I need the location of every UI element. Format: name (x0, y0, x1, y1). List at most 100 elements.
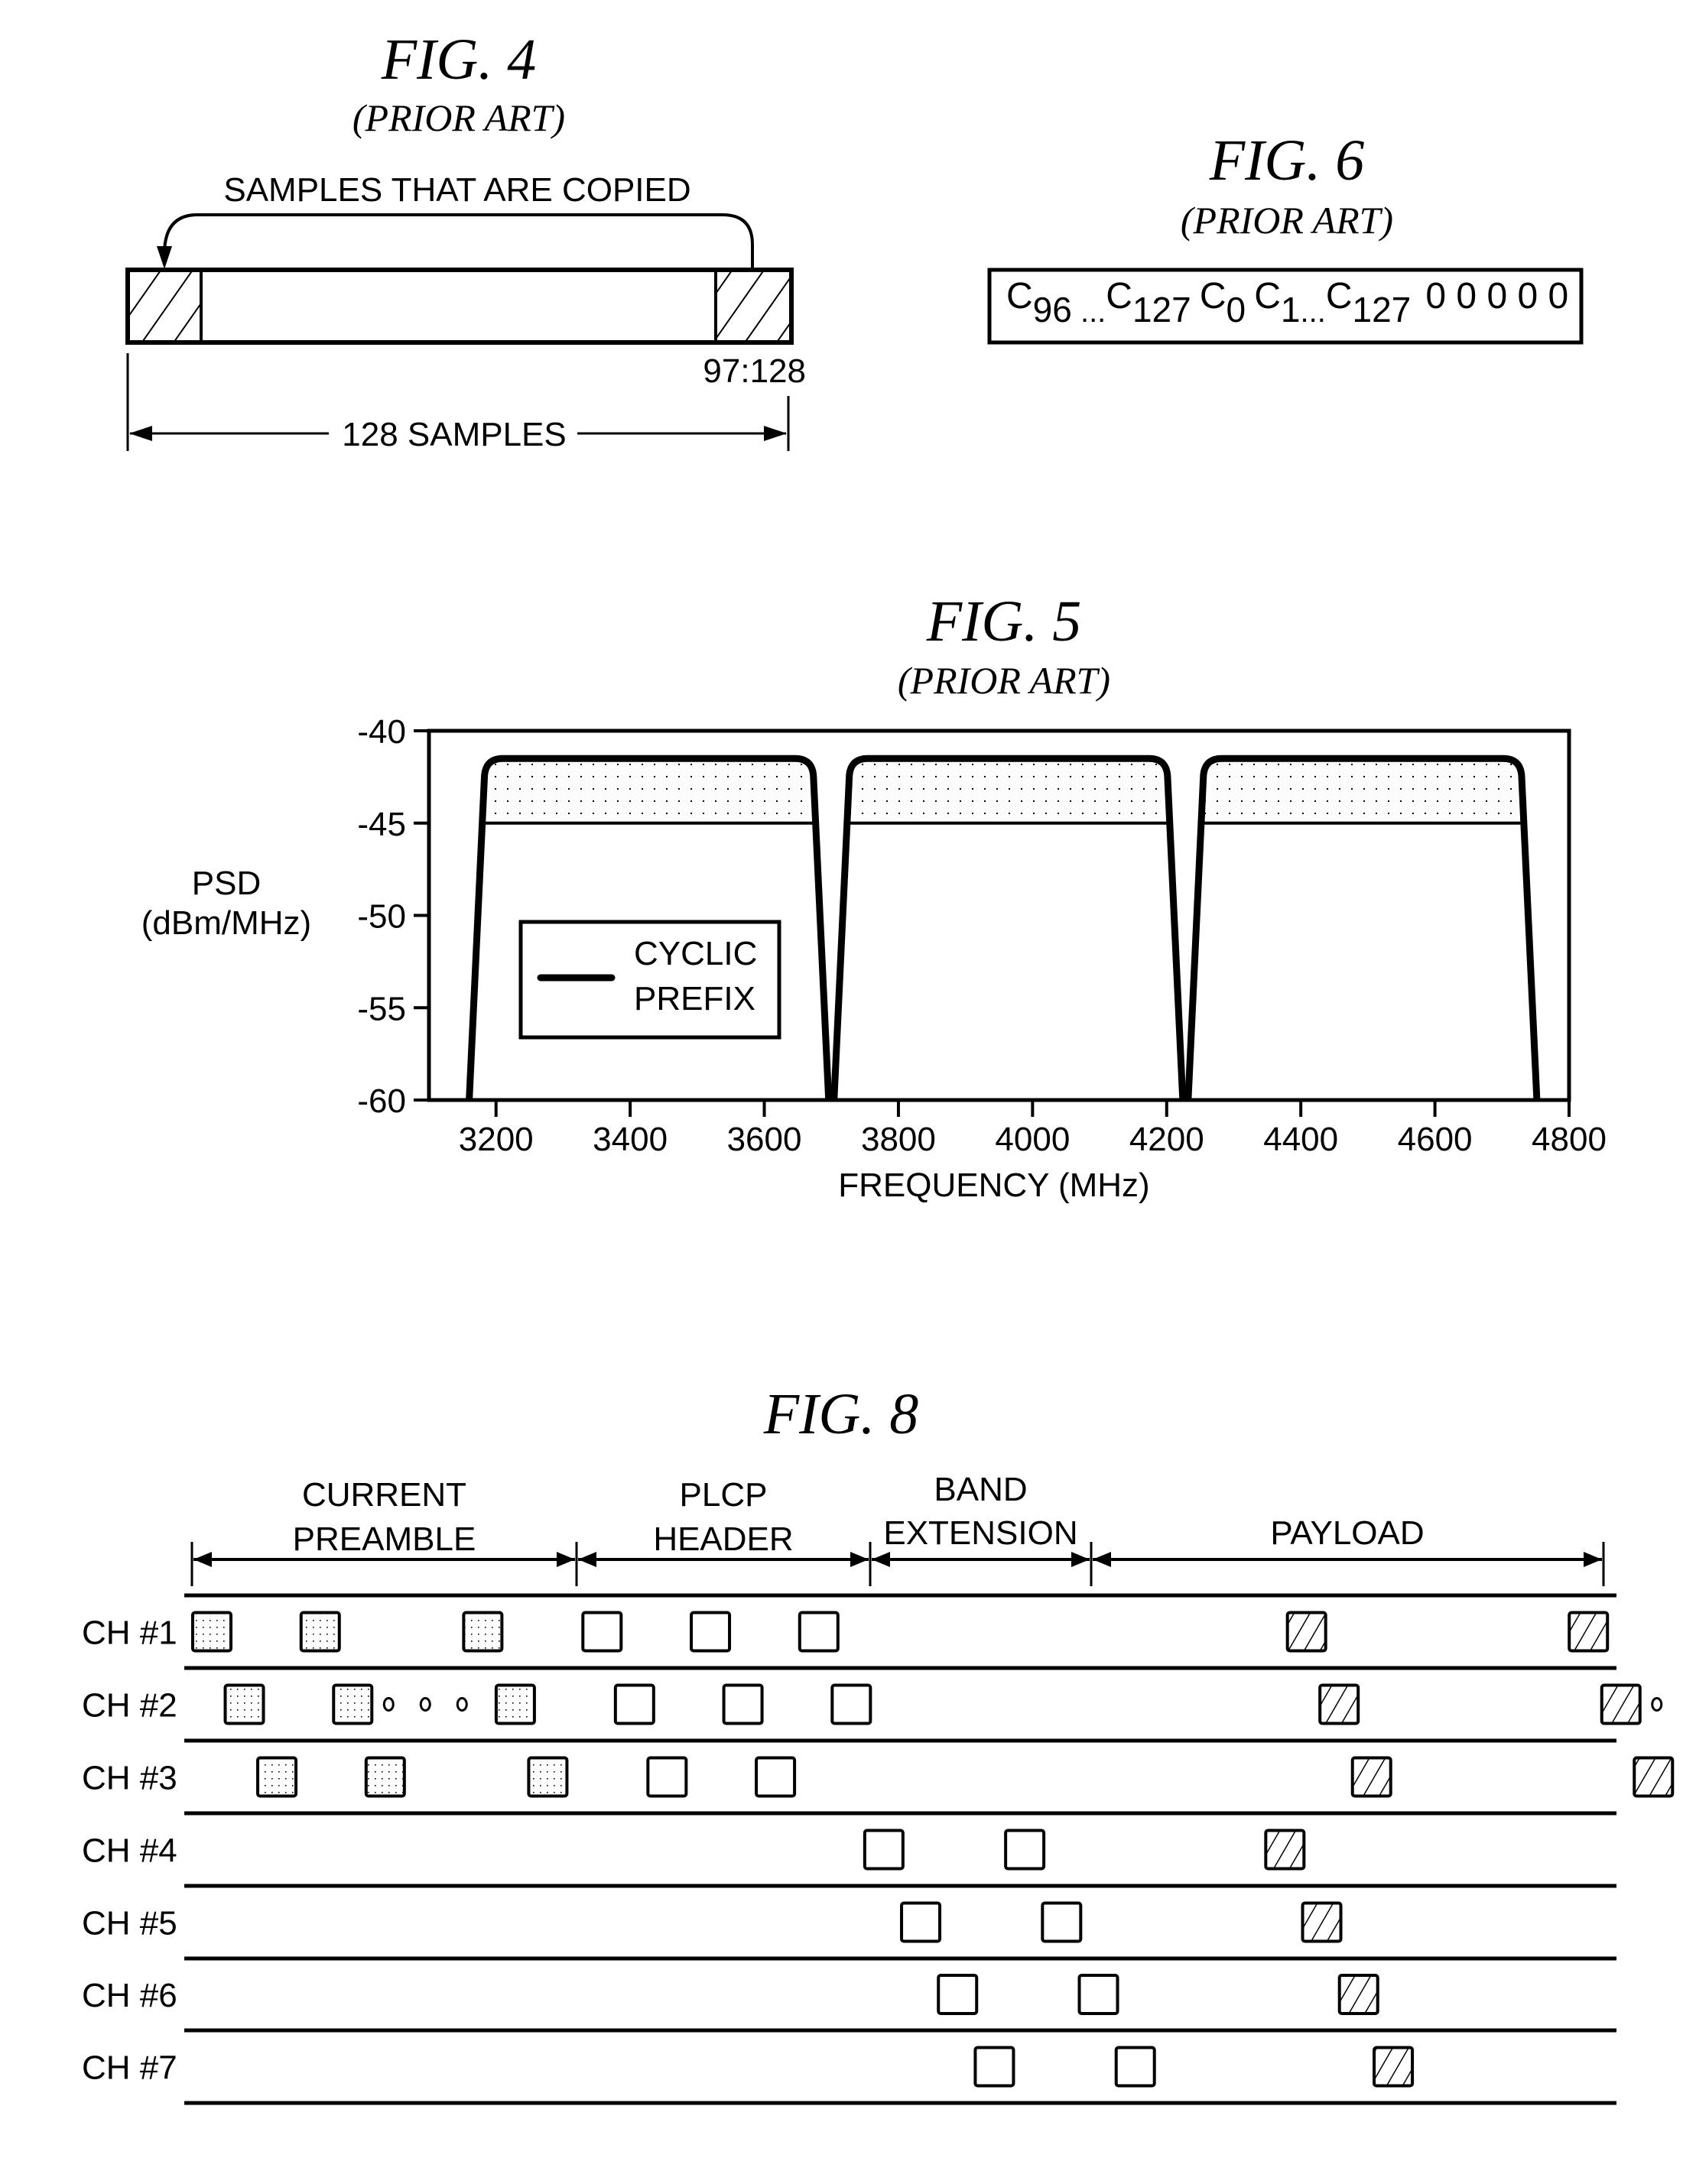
preamble-symbol (462, 1611, 504, 1653)
section-arrow-left-icon (578, 1552, 596, 1567)
y-tick-label: -55 (357, 990, 406, 1027)
ofdm-symbol-box (125, 268, 794, 345)
section-label-line2: HEADER (653, 1520, 793, 1558)
fig4: FIG. 4 (PRIOR ART) SAMPLES THAT ARE COPI… (125, 28, 806, 453)
header-symbol (1077, 1974, 1119, 2015)
x-tick-label: 3600 (727, 1121, 802, 1158)
patent-figure-sheet: FIG. 4 (PRIOR ART) SAMPLES THAT ARE COPI… (82, 28, 1675, 2105)
fig5: FIG. 5 (PRIOR ART) PSD (dBm/MHz) FREQUEN… (141, 589, 1607, 1204)
y-tick-label: -50 (357, 898, 406, 936)
fig4-range-label: 97:128 (703, 352, 806, 390)
x-tick-label: 4200 (1129, 1121, 1204, 1158)
copy-arrow-arc (163, 213, 754, 270)
channel-label: CH #7 (82, 2049, 177, 2087)
section-label-line1: PLCP (680, 1476, 768, 1514)
section-label-line2: PAYLOAD (1270, 1514, 1424, 1552)
header-symbol (830, 1683, 872, 1725)
ellipsis-dot-icon (1651, 1697, 1663, 1712)
x-tick-label: 3400 (593, 1121, 668, 1158)
x-tick-label: 4800 (1532, 1121, 1607, 1158)
channel-row-3: CH #3 (82, 1756, 1675, 1798)
ellipsis-dot-icon (382, 1697, 395, 1712)
seq-symbol-1: C (1106, 276, 1132, 316)
fig6-sequence: C96 ...C127 C0 C1...C127 0 0 0 0 0 (1006, 276, 1568, 329)
seq-subscript-1: 127 (1132, 290, 1191, 329)
channel-row-6: CH #6 (82, 1974, 1379, 2015)
fig6: FIG. 6 (PRIOR ART) C96 ...C127 C0 C1...C… (987, 128, 1584, 345)
x-tick-label: 4600 (1398, 1121, 1473, 1158)
payload-symbol (1600, 1683, 1642, 1725)
header-symbol (973, 2046, 1015, 2088)
cyclic-prefix-fill-band-1 (482, 758, 815, 823)
payload-symbol (1318, 1683, 1360, 1725)
seq-symbol-0: C (1006, 276, 1033, 316)
channel-label: CH #4 (82, 1832, 177, 1870)
header-symbol (798, 1611, 840, 1653)
x-tick-label: 3800 (861, 1121, 936, 1158)
psd-plot: -40 -45 -50 -55 -60 3200 3400 3600 3800 4000 4200 4… (357, 713, 1607, 1158)
header-symbol (581, 1611, 623, 1653)
seq-subscript-2: 0 (1227, 290, 1246, 329)
header-symbol (863, 1829, 905, 1871)
preamble-symbol (256, 1756, 298, 1798)
header-symbol (1041, 1901, 1083, 1943)
seq-symbol-4: C (1326, 276, 1353, 316)
x-tick-label: 4000 (995, 1121, 1070, 1158)
seq-symbol-3: C (1254, 276, 1281, 316)
preamble-symbol (299, 1611, 341, 1653)
seq-symbol-2: C (1200, 276, 1227, 316)
y-axis-label-line1: PSD (192, 865, 261, 902)
seq-zero-padding: 0 0 0 0 0 (1425, 276, 1568, 316)
seq-subscript-3: 1 (1281, 290, 1301, 329)
section-arrow-left-icon (1093, 1552, 1111, 1567)
payload-symbol (1301, 1901, 1343, 1943)
payload-symbol (1633, 1756, 1675, 1798)
copy-arrow-head-icon (157, 246, 172, 269)
section-label-line2: EXTENSION (883, 1514, 1077, 1552)
fig4-span-label: 128 SAMPLES (342, 416, 567, 453)
payload-symbol (1568, 1611, 1610, 1653)
header-symbol (1114, 2046, 1156, 2088)
preamble-symbol (527, 1756, 569, 1798)
ellipsis-dot-icon (456, 1697, 468, 1712)
fig6-subtitle: (PRIOR ART) (1181, 199, 1393, 242)
section-arrow-right-icon (557, 1552, 575, 1567)
payload-symbol (1264, 1829, 1306, 1871)
header-symbol (722, 1683, 764, 1725)
cyclic-prefix-fill-band-2 (847, 758, 1169, 823)
preamble-symbol (364, 1756, 406, 1798)
dim-right-arrow-icon (764, 426, 787, 441)
x-axis-label: FREQUENCY (MHz) (838, 1167, 1149, 1204)
channel-row-1: CH #1 (82, 1611, 1610, 1653)
section-label-line1: BAND (934, 1471, 1027, 1508)
x-tick-label: 4400 (1263, 1121, 1338, 1158)
header-symbol (1004, 1829, 1046, 1871)
legend-label-line2: PREFIX (634, 980, 755, 1017)
payload-symbol (1350, 1756, 1392, 1798)
fig6-title: FIG. 6 (1209, 128, 1365, 193)
cyclic-prefix-region (128, 270, 201, 342)
header-symbol (646, 1756, 688, 1798)
channel-row-7: CH #7 (82, 2046, 1415, 2088)
channel-label: CH #5 (82, 1905, 177, 1942)
header-symbol (690, 1611, 732, 1653)
channel-row-2: CH #2 (82, 1683, 1663, 1725)
header-symbol (613, 1683, 655, 1725)
channel-label: CH #3 (82, 1760, 177, 1797)
channel-label: CH #2 (82, 1687, 177, 1725)
seq-subscript-0: 96 (1033, 290, 1072, 329)
section-arrow-right-icon (1584, 1552, 1602, 1567)
y-axis-label-line2: (dBm/MHz) (141, 904, 311, 942)
y-tick-label: -45 (357, 806, 406, 843)
channel-rows: CH #1 CH #2 CH #3 CH #4 CH #5 CH #6 CH #7 (82, 1593, 1675, 2105)
x-tick-label: 3200 (459, 1121, 534, 1158)
y-tick-label: -40 (357, 713, 406, 751)
fig8: FIG. 8 CURRENT PREAMBLE PLCP HEADER BAND EXTE… (82, 1382, 1675, 2105)
section-label-line2: PREAMBLE (293, 1520, 476, 1558)
section-arrow-left-icon (193, 1552, 212, 1567)
header-symbol (900, 1901, 942, 1943)
header-symbol (755, 1756, 797, 1798)
preamble-symbol (494, 1683, 536, 1725)
copied-samples-region (716, 270, 791, 342)
fig5-title: FIG. 5 (926, 589, 1082, 654)
